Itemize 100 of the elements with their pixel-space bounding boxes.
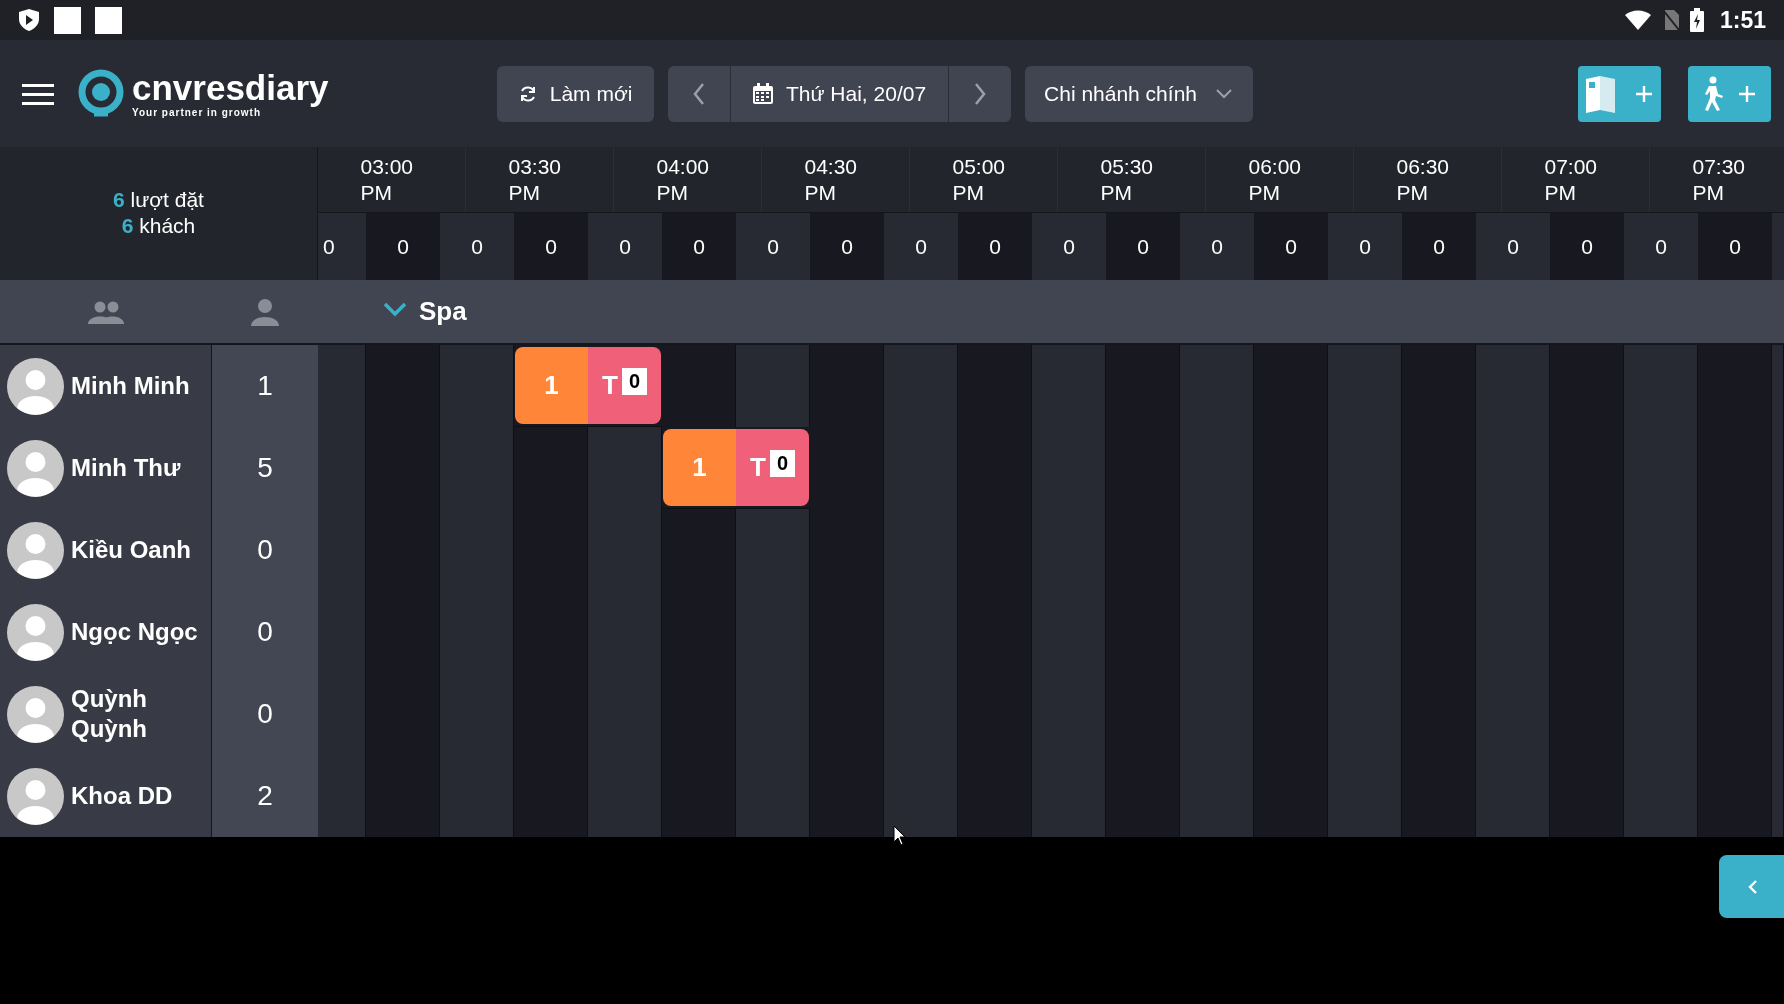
timeline-cell[interactable] [810, 345, 884, 427]
timeline-cell[interactable] [366, 755, 440, 837]
timeline-cell[interactable] [1254, 755, 1328, 837]
avatar-icon [7, 439, 64, 497]
time-label: 07:30 PM [1692, 153, 1747, 206]
timeline-cell[interactable] [662, 509, 736, 591]
new-booking-button[interactable] [1578, 65, 1661, 122]
slot-count: 0 [1550, 213, 1624, 280]
slot-count: 0 [1254, 213, 1328, 280]
shield-icon [18, 8, 40, 32]
timeline-cell[interactable] [662, 345, 736, 427]
timeline-cell[interactable] [1032, 755, 1106, 837]
timeline-cell[interactable] [1476, 755, 1550, 837]
timeline-cell[interactable] [1624, 345, 1698, 427]
refresh-button[interactable]: Làm mới [496, 65, 654, 122]
avatar-icon [7, 603, 64, 661]
timeline-cell[interactable] [810, 755, 884, 837]
logo-icon [76, 68, 126, 119]
timeline-cell[interactable] [1402, 345, 1476, 427]
timeline-cell[interactable] [440, 345, 514, 427]
person-icon [251, 297, 279, 326]
date-picker-button[interactable]: Thứ Hai, 20/07 [729, 65, 949, 122]
next-day-button[interactable] [948, 65, 1011, 122]
booking-tag: T [602, 370, 618, 401]
booking-count: 5 [212, 427, 318, 509]
slot-count: 0 [1032, 213, 1106, 280]
timeline-cell[interactable] [1624, 755, 1698, 837]
summary-text: 6 khách [121, 213, 196, 239]
slot-count: 0 [588, 213, 662, 280]
time-label: 05:30 PM [1100, 153, 1155, 206]
timeline-cell[interactable] [1254, 345, 1328, 427]
status-badge: 0 [621, 368, 647, 395]
time-label: 06:00 PM [1248, 153, 1303, 206]
cursor-icon [893, 825, 907, 847]
timeline-cell[interactable] [662, 755, 736, 837]
timeline-cell[interactable] [318, 345, 366, 427]
booking-count: 1 [212, 345, 318, 427]
group-header[interactable]: Spa [383, 296, 467, 327]
timeline-cell[interactable] [884, 755, 958, 837]
timeline-cell[interactable] [514, 755, 588, 837]
walk-in-button[interactable] [1688, 65, 1771, 122]
timeline-cell[interactable] [736, 509, 810, 591]
time-label: 05:00 PM [952, 153, 1007, 206]
timeline-cell[interactable] [958, 345, 1032, 427]
timeline-cell[interactable] [1106, 345, 1180, 427]
booking-count: 2 [212, 755, 318, 837]
timeline-cell[interactable] [588, 755, 662, 837]
slot-count: 0 [662, 213, 736, 280]
branch-dropdown[interactable]: Chi nhánh chính [1024, 65, 1253, 122]
timeline-cell[interactable] [1402, 755, 1476, 837]
timeline-cell[interactable] [588, 427, 662, 509]
previous-day-button[interactable] [667, 65, 730, 122]
wifi-icon [1623, 9, 1652, 31]
timeline-cell[interactable] [318, 755, 366, 837]
time-label: 03:30 PM [508, 153, 563, 206]
slot-count: 0 [318, 213, 366, 280]
slot-count: 0 [810, 213, 884, 280]
slot-count: 0 [884, 213, 958, 280]
slot-count: 0 [1476, 213, 1550, 280]
avatar-icon [7, 685, 64, 743]
timeline-cell[interactable] [514, 427, 588, 509]
timeline-cell[interactable] [1550, 345, 1624, 427]
timeline-cell[interactable] [884, 345, 958, 427]
timeline-cell[interactable] [1772, 755, 1784, 837]
timeline-cell[interactable] [1698, 345, 1772, 427]
timeline-cell[interactable] [440, 755, 514, 837]
timeline-cell[interactable] [1550, 755, 1624, 837]
slot-count: 0 [1180, 213, 1254, 280]
notification-icon [54, 6, 81, 34]
slot-count: 0 [1106, 213, 1180, 280]
timeline-cell[interactable] [1106, 755, 1180, 837]
notification-icon [95, 6, 122, 34]
timeline-cell[interactable] [1476, 345, 1550, 427]
timeline-cell[interactable] [1032, 345, 1106, 427]
booking-count: 0 [212, 673, 318, 755]
summary-text: 6 lượt đặt [113, 187, 204, 213]
timeline-cell[interactable] [1180, 755, 1254, 837]
staff-name: Minh Thư [71, 453, 182, 483]
clock-time: 1:51 [1719, 6, 1766, 34]
collapse-button[interactable] [1719, 855, 1784, 918]
staff-name: Kiều Oanh [71, 535, 192, 565]
timeline-cell[interactable] [1328, 345, 1402, 427]
guest-count: 1 [663, 429, 736, 506]
timeline-cell[interactable] [736, 345, 810, 427]
time-label: 04:30 PM [804, 153, 859, 206]
timeline-cell[interactable] [958, 755, 1032, 837]
time-label: 06:30 PM [1396, 153, 1451, 206]
timeline-cell[interactable] [1698, 755, 1772, 837]
avatar-icon [7, 767, 64, 825]
battery-icon [1689, 8, 1704, 32]
booking-count: 0 [212, 591, 318, 673]
timeline-cell[interactable] [366, 345, 440, 427]
slot-count: 0 [1328, 213, 1402, 280]
timeline-cell[interactable] [736, 755, 810, 837]
menu-button[interactable] [22, 81, 54, 106]
timeline-cell[interactable] [1328, 755, 1402, 837]
timeline-cell[interactable] [1772, 345, 1784, 427]
staff-name: Minh Minh [71, 371, 191, 401]
timeline-cell[interactable] [1180, 345, 1254, 427]
slot-count: 0 [958, 213, 1032, 280]
